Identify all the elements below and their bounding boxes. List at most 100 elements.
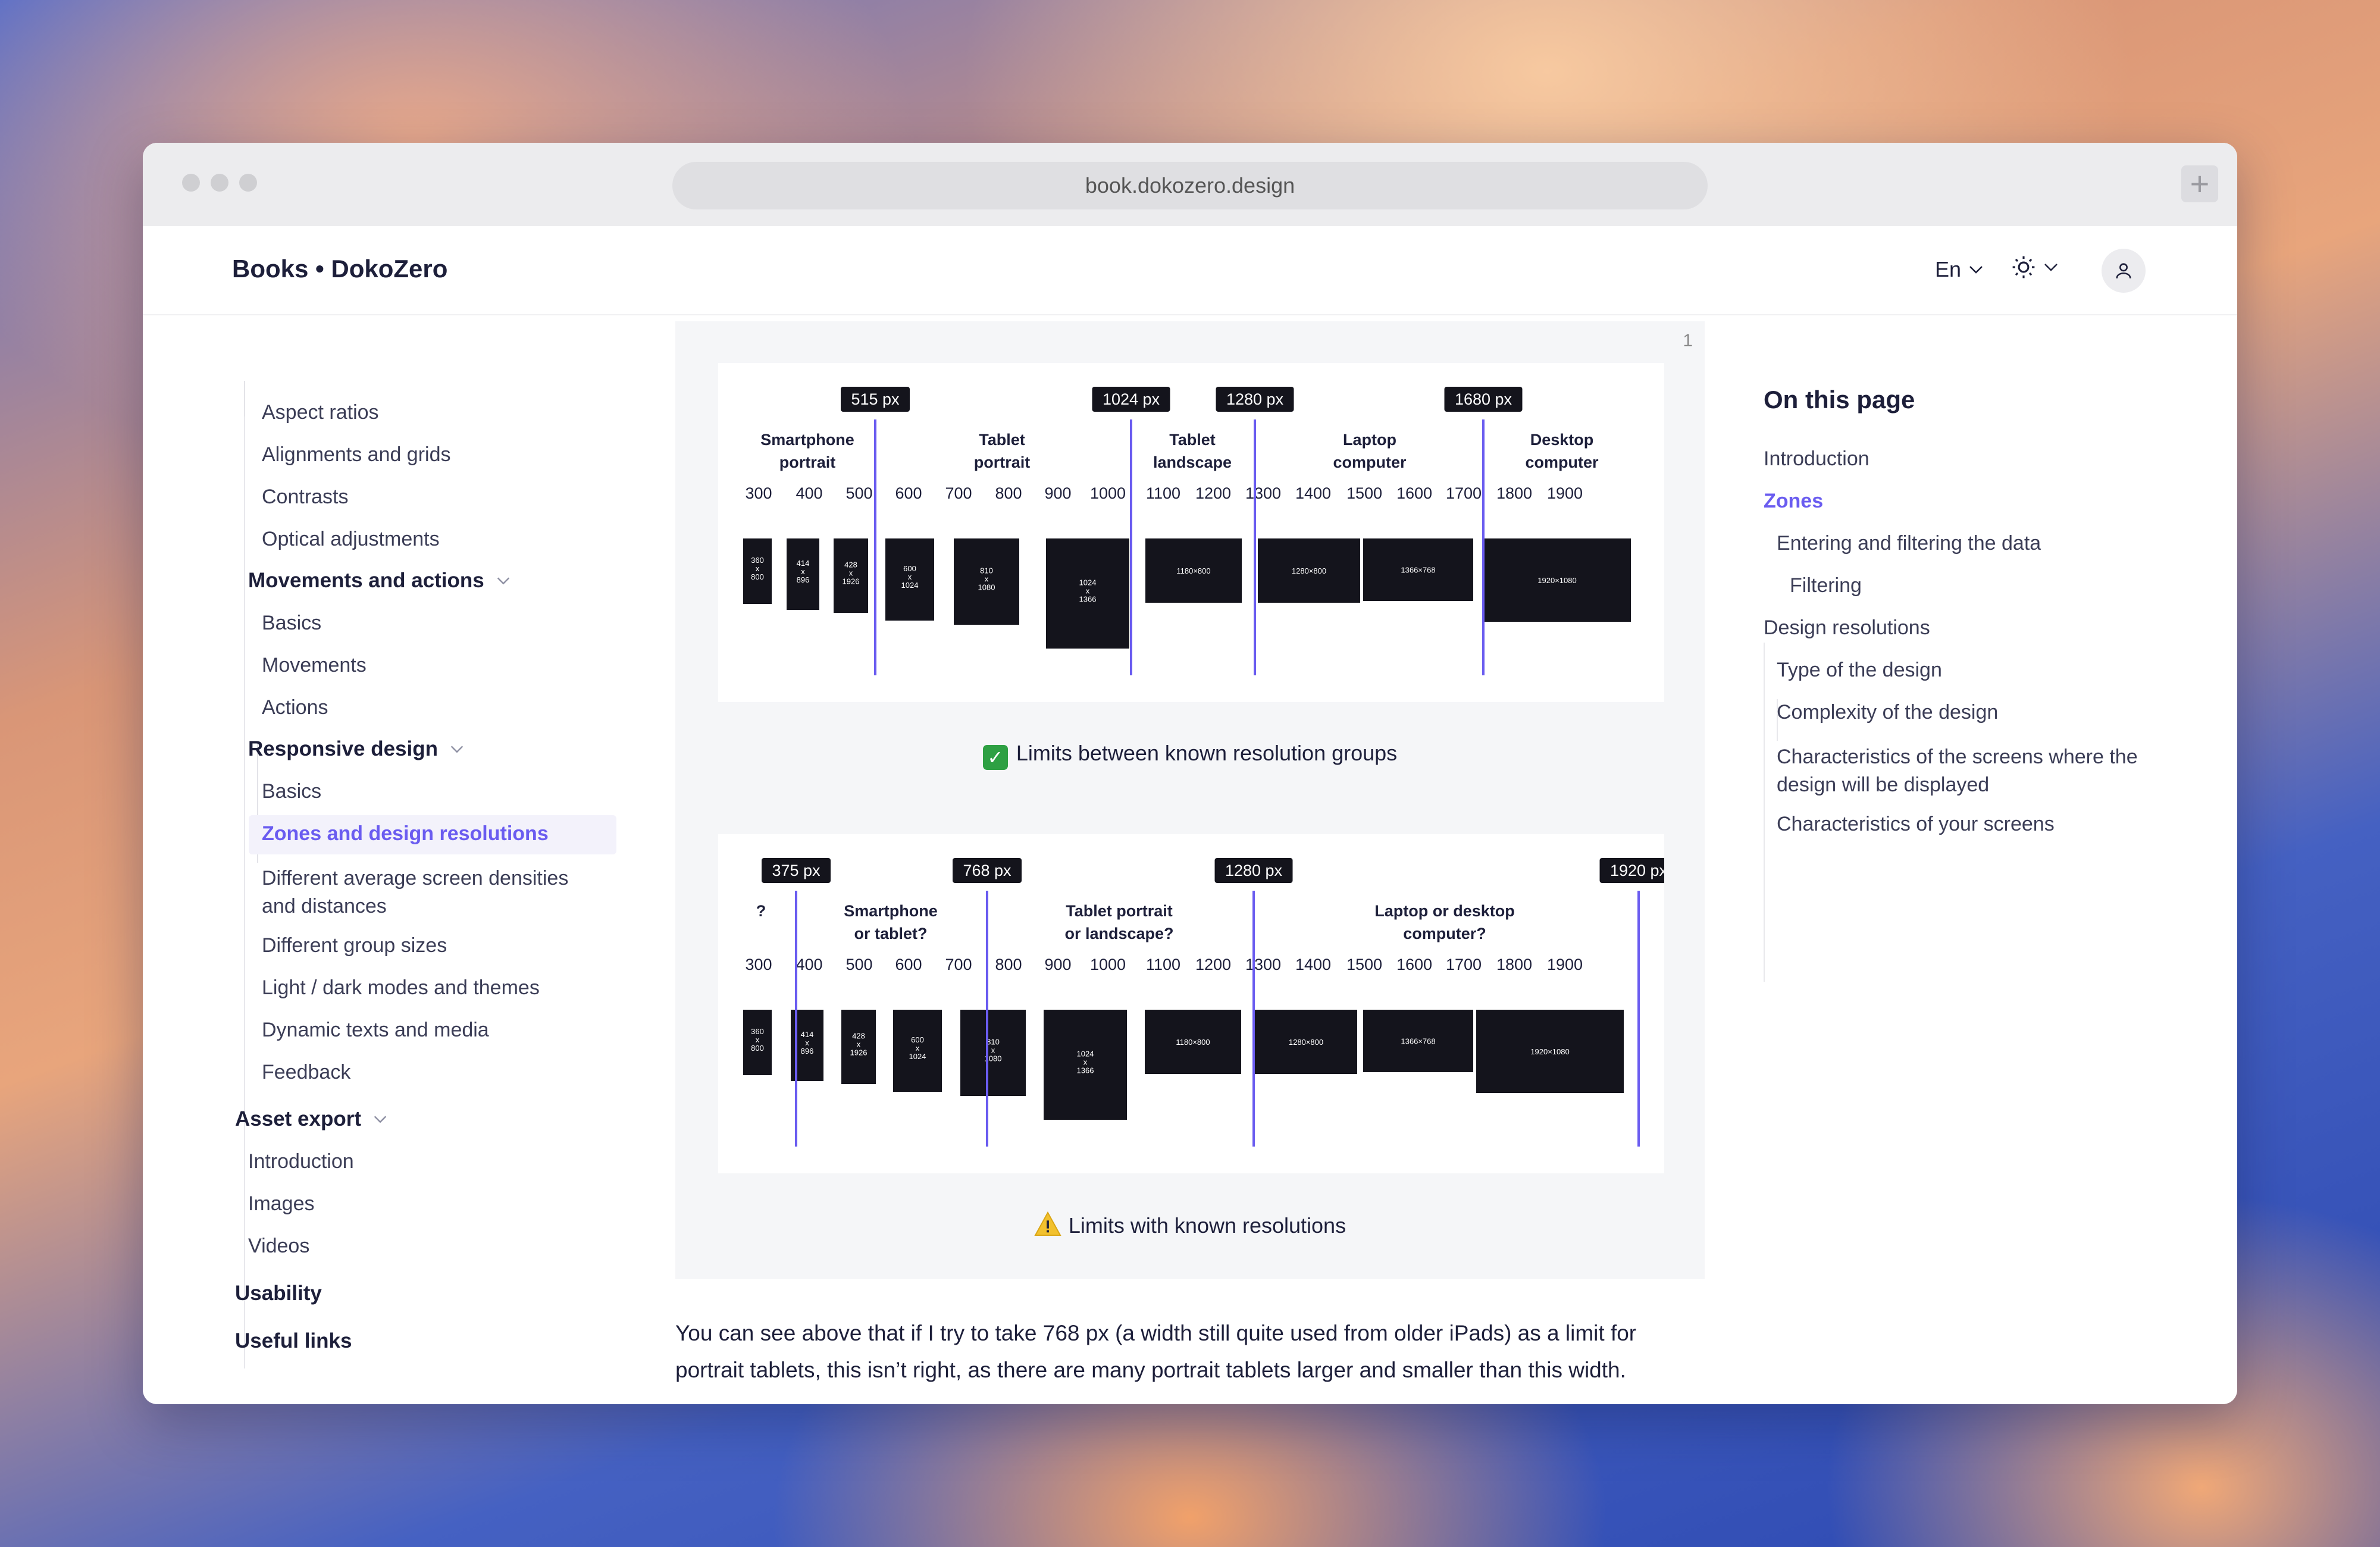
window-minimize-dot[interactable] — [211, 174, 228, 192]
language-selector[interactable]: En — [1935, 257, 1985, 282]
sidebar-item-feedback[interactable]: Feedback — [262, 1061, 350, 1084]
screen-label: 360 — [751, 1027, 764, 1036]
group-label: Smartphone — [844, 902, 938, 920]
screen-label: x — [849, 569, 853, 578]
sidebar-item-usability[interactable]: Usability — [235, 1282, 322, 1305]
axis-tick-label: 800 — [995, 956, 1022, 973]
group-label: landscape — [1153, 453, 1232, 471]
axis-tick-label: 1600 — [1396, 956, 1432, 973]
group-label: portrait — [974, 453, 1031, 471]
toc-item-introduction[interactable]: Introduction — [1764, 447, 1869, 471]
screen-label: 428 — [844, 560, 857, 569]
toc-item-your-screens[interactable]: Characteristics of your screens — [1777, 813, 2055, 836]
limit-badge-label: 375 px — [772, 862, 821, 879]
group-label: computer — [1333, 453, 1407, 471]
group-label: ? — [756, 902, 766, 920]
limit-badge-label: 1024 px — [1103, 390, 1160, 408]
axis-tick-label: 700 — [945, 484, 972, 502]
check-icon: ✓ — [982, 745, 1008, 770]
screen-label: 1366 — [1077, 1066, 1094, 1075]
toc-item-screen-characteristics[interactable]: Characteristics of the screens where the… — [1777, 743, 2157, 799]
sidebar-item-movements[interactable]: Movements — [262, 654, 367, 677]
sidebar-group-label: Responsive design — [248, 737, 438, 760]
chevron-down-icon — [1969, 266, 1983, 274]
axis-tick-label: 900 — [1044, 956, 1071, 973]
window-zoom-dot[interactable] — [239, 174, 257, 192]
sidebar-group-asset-export[interactable]: Asset export — [235, 1107, 389, 1131]
screen-label: 428 — [852, 1032, 865, 1041]
screen-label: 800 — [751, 572, 764, 581]
screen-label: x — [857, 1040, 861, 1049]
limit-badge-label: 1920 px — [1610, 862, 1664, 879]
screen-label: 360 — [751, 556, 764, 565]
sidebar-item-optical-adjustments[interactable]: Optical adjustments — [262, 528, 440, 551]
screen-label: 1280×800 — [1289, 1038, 1323, 1047]
limit-badge-label: 515 px — [851, 390, 900, 408]
screen-label: 1180×800 — [1176, 566, 1210, 575]
axis-tick-label: 1200 — [1195, 484, 1231, 502]
sidebar-item-movements-basics[interactable]: Basics — [262, 612, 321, 635]
axis-tick-label: 1500 — [1346, 484, 1382, 502]
sidebar-group-responsive[interactable]: Responsive design — [248, 737, 465, 761]
sidebar-item-aspect-ratios[interactable]: Aspect ratios — [262, 401, 379, 424]
axis-tick-label: 1900 — [1547, 956, 1583, 973]
screen-label: 1024 — [1077, 1050, 1094, 1059]
screen-label: x — [805, 1038, 809, 1047]
chevron-down-icon — [497, 577, 509, 585]
body-paragraph: You can see above that if I try to take … — [675, 1321, 1637, 1382]
toc-item-entering-filtering[interactable]: Entering and filtering the data — [1777, 532, 2041, 555]
sidebar-item-alignments-grids[interactable]: Alignments and grids — [262, 443, 451, 466]
sidebar-item-zones-active[interactable]: Zones and design resolutions — [262, 822, 549, 845]
group-label: or tablet? — [854, 925, 927, 942]
screen-label: x — [985, 575, 989, 584]
axis-tick-label: 300 — [745, 484, 772, 502]
user-avatar-button[interactable] — [2102, 249, 2146, 293]
toc-item-zones-active[interactable]: Zones — [1764, 490, 1823, 513]
sidebar-item-dynamic-texts[interactable]: Dynamic texts and media — [262, 1019, 489, 1042]
axis-tick-label: 400 — [796, 484, 822, 502]
limit-badge-label: 1680 px — [1455, 390, 1512, 408]
figure-number: 1 — [1683, 331, 1693, 350]
screen-label: x — [1086, 587, 1090, 596]
screen-label: 800 — [751, 1044, 764, 1053]
sidebar-group-movements[interactable]: Movements and actions — [248, 569, 512, 593]
axis-tick-label: 700 — [945, 956, 972, 973]
sidebar-group-label: Movements and actions — [248, 569, 484, 592]
sidebar-item-asset-introduction[interactable]: Introduction — [248, 1150, 354, 1173]
sidebar-item-actions[interactable]: Actions — [262, 696, 328, 719]
toc-title: On this page — [1764, 386, 1915, 414]
group-label: Desktop — [1530, 431, 1594, 449]
sidebar-item-light-dark[interactable]: Light / dark modes and themes — [262, 976, 540, 1000]
theme-selector[interactable] — [2011, 255, 2060, 280]
sidebar-item-group-sizes[interactable]: Different group sizes — [262, 934, 447, 957]
sidebar-item-contrasts[interactable]: Contrasts — [262, 486, 349, 509]
sidebar-item-images[interactable]: Images — [248, 1192, 315, 1216]
chart-known-resolutions: 300 400 500 600 700 800 900 1000 1100 1200 1300 140… — [718, 834, 1678, 1173]
sidebar-item-videos[interactable]: Videos — [248, 1235, 309, 1258]
axis-tick-label: 1800 — [1496, 484, 1532, 502]
language-label: En — [1935, 257, 1962, 281]
site-header: Books • DokoZero En — [143, 226, 2237, 315]
new-tab-button[interactable]: + — [2181, 165, 2218, 202]
sidebar-item-screen-densities[interactable]: Different average screen densities and d… — [262, 865, 595, 920]
screen-label: 1926 — [843, 577, 860, 586]
chevron-down-icon — [450, 746, 464, 753]
address-bar[interactable]: book.dokozero.design — [672, 162, 1708, 209]
toc-item-complexity[interactable]: Complexity of the design — [1777, 701, 1998, 724]
site-brand[interactable]: Books • DokoZero — [232, 255, 447, 283]
axis-tick-label: 800 — [995, 484, 1022, 502]
sidebar-item-responsive-basics[interactable]: Basics — [262, 780, 321, 803]
toc-item-filtering[interactable]: Filtering — [1790, 574, 1862, 597]
screen-label: 414 — [801, 1030, 814, 1039]
sidebar-item-useful-links[interactable]: Useful links — [235, 1329, 352, 1353]
chevron-down-icon — [374, 1116, 387, 1123]
window-close-dot[interactable] — [182, 174, 200, 192]
axis-tick-label: 300 — [745, 956, 772, 973]
axis-tick-label: 600 — [895, 484, 922, 502]
axis-tick-label: 1400 — [1295, 484, 1331, 502]
toc-item-design-resolutions[interactable]: Design resolutions — [1764, 616, 1930, 640]
screen-label: x — [1083, 1058, 1088, 1067]
screen-label: 1024 — [909, 1052, 926, 1061]
toc-item-type-of-design[interactable]: Type of the design — [1777, 659, 1942, 682]
chart-known-groups: 300 400 500 600 700 800 900 1000 1100 1200 1300 140… — [718, 363, 1664, 702]
